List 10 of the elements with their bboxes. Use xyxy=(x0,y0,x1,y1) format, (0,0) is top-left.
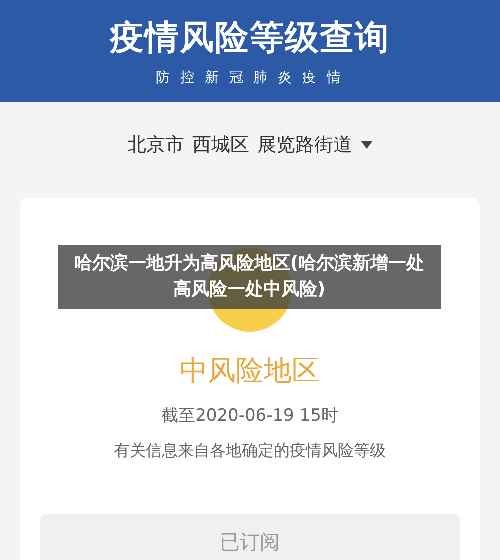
caption-overlay: 哈尔滨一地升为高风险地区(哈尔滨新增一处高风险一处中风险) xyxy=(58,245,441,309)
risk-level-label: 中风险地区 xyxy=(180,353,320,389)
caret-icon[interactable] xyxy=(360,141,372,149)
source-note: 有关信息来自各地确定的疫情风险等级 xyxy=(114,441,386,462)
as-of-time: 截至2020-06-19 15时 xyxy=(162,405,338,427)
page-title: 疫情风险等级查询 xyxy=(110,17,390,60)
location-text[interactable]: 西城区 xyxy=(192,132,250,158)
location-text[interactable]: 展览路街道 xyxy=(258,132,352,158)
location-text[interactable]: 北京市 xyxy=(128,132,184,158)
page-subtitle: 防 控 新 冠 肺 炎 疫 情 xyxy=(156,69,344,87)
